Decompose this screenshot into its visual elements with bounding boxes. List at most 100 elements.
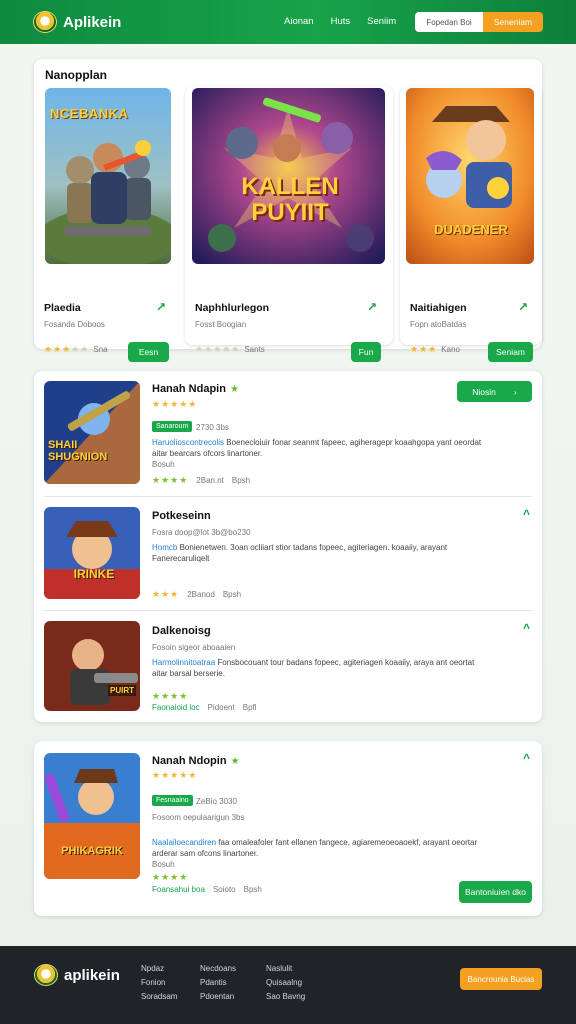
play-button[interactable]: Eesn (128, 342, 169, 362)
footer-meta-a: Pidoent (207, 703, 235, 712)
game-title: Dalkenoisg (152, 625, 211, 637)
star-rating-icon: ★★★★★ (44, 344, 90, 354)
list-item[interactable]: PUIRT Dalkenoisg ^ Fosoin sigeor aboaaie… (34, 611, 542, 721)
featured-section: Nanopplan NCEBANKA Plaedia ↗ Fosanda Dob… (34, 59, 542, 362)
featured-card[interactable]: NCEBANKA Plaedia ↗ Fosanda Doboos ★★★★★ … (34, 86, 179, 362)
release-meta: Fosra doop@lot 3b@bo230 (152, 528, 251, 537)
star-rating-icon: ★★★ (410, 344, 438, 354)
chevron-up-icon[interactable]: ^ (523, 621, 530, 635)
row-footer-2: Foansahui boa Soioto Bpsh (152, 885, 262, 894)
list-item[interactable]: IRINKE Potkeseinn ^ Fosra doop@lot 3b@bo… (34, 497, 542, 610)
row-footer: ★★★★ 2Ban.nt Bpsh (152, 475, 250, 486)
footer-meta-a: 2Ban.nt (196, 476, 224, 485)
game-description: Naalailoecandiren faa omaleafoler fant e… (152, 837, 492, 859)
rating-text: Sna (93, 345, 108, 354)
game-title-text: Hanah Ndapin (152, 383, 226, 395)
cover-title-text: PUIRT (108, 685, 136, 696)
card-subtitle: Fosst Boogian (195, 320, 247, 329)
release-meta: Fosoin sigeor aboaaien (152, 643, 236, 652)
desc-tail: Bosuh (152, 460, 175, 469)
featured-game-card[interactable]: PHIKAGRIK Nanah Ndopin ★ ^ ★★★★★ Fesnaain… (34, 741, 542, 916)
card-title: Naphhlurlegon (195, 302, 270, 314)
footer-meta-b: Bpsh (222, 590, 242, 599)
desc-highlight: Haruolioscontrecolis (152, 438, 225, 447)
nav-link-3[interactable]: Seniim (367, 16, 396, 27)
play-button[interactable]: Fun (351, 342, 381, 362)
rating-text: Kano (441, 345, 460, 354)
game-description: Haruolioscontrecolis Boenecloiuir fonar … (152, 437, 492, 459)
star-rating-icon: ★★★★ (152, 475, 189, 485)
footer-link[interactable]: Pdantis (200, 978, 236, 987)
card-title: Naitiahigen (410, 302, 467, 314)
game-cover-illustration (44, 381, 140, 484)
rating-text: Sants (244, 345, 265, 354)
game-cover-illustration (44, 621, 140, 711)
desc-highlight: Harmolinnitoatraa (152, 658, 216, 667)
logo-text: Aplikein (63, 13, 122, 31)
verified-icon: ★ (229, 384, 239, 395)
chevron-up-icon[interactable]: ^ (523, 507, 530, 521)
game-cover-illustration (406, 88, 534, 264)
footer-logo[interactable]: aplikein (34, 964, 120, 986)
play-now-button[interactable]: Bantoniuien dko (459, 881, 532, 903)
list-item[interactable]: SHAII SHUGNION Hanah Ndapin ★ ★★★★★ Sanar… (34, 371, 542, 496)
game-title-text: Nanah Ndopin (152, 755, 227, 767)
game-title: Potkeseinn (152, 510, 211, 522)
chevron-right-icon: › (513, 386, 517, 397)
footer-links-3: Naslulit Quisaalng Sao Bavng (266, 964, 305, 1001)
footer-meta-b: Bpfl (242, 703, 257, 712)
footer-tag: Foansahui boa (152, 885, 205, 894)
footer-meta-a: 2Banod (187, 590, 215, 599)
game-list: SHAII SHUGNION Hanah Ndapin ★ ★★★★★ Sanar… (34, 371, 542, 722)
row-footer: ★★★ 2Banod Bpsh (152, 589, 241, 600)
trend-up-icon[interactable]: ↗ (367, 300, 377, 314)
game-title: Nanah Ndopin ★ (152, 755, 240, 767)
star-rating-icon: ★★★★★ (152, 399, 198, 409)
footer-meta-b: Bpsh (243, 885, 262, 894)
game-thumbnail (44, 381, 140, 484)
logo-shield-icon (33, 11, 57, 33)
featured-card[interactable]: KALLEN PUYIIT Naphhlurlegon ↗ Fosst Boog… (185, 86, 393, 362)
top-navbar: Aplikein Aionan Huts Seniim Fopedan Boi … (0, 0, 576, 44)
trend-up-icon[interactable]: ↗ (156, 300, 166, 314)
chevron-up-icon[interactable]: ^ (523, 751, 530, 765)
footer-links-2: Necdoans Pdantis Pdoentan (200, 964, 236, 1001)
game-thumbnail (44, 507, 140, 599)
view-button[interactable]: Niosin › (457, 381, 532, 402)
footer-link[interactable]: Sao Bavng (266, 992, 305, 1001)
featured-card[interactable]: DUADENER Naitiahigen ↗ Fopn atoBatdas ★★… (400, 86, 542, 362)
footer-tag: Faonaioid loc (152, 703, 200, 712)
footer-link[interactable]: Fonion (141, 978, 177, 987)
star-rating-icon: ★★★ (152, 589, 180, 599)
featured-title: Nanopplan (45, 68, 107, 82)
card-title: Plaedia (44, 302, 81, 314)
app-logo[interactable]: Aplikein (33, 11, 121, 33)
verified-icon: ★ (230, 756, 240, 767)
card-rating: ★★★★★ Sants (195, 344, 265, 355)
footer-cta-button[interactable]: Bancrounia Bucias (460, 968, 542, 990)
footer-link[interactable]: Pdoentan (200, 992, 236, 1001)
footer-link[interactable]: Soradsam (141, 992, 177, 1001)
footer-logo-text: aplikein (64, 966, 120, 984)
footer-link[interactable]: Quisaalng (266, 978, 305, 987)
card-subtitle: Fosanda Doboos (44, 320, 105, 329)
nav-link-2[interactable]: Huts (331, 16, 351, 27)
desc-tail: Bosuh (152, 860, 175, 869)
search-button[interactable]: Seneniam (483, 12, 543, 32)
desc-highlight: Homcb (152, 543, 178, 552)
footer-link[interactable]: Necdoans (200, 964, 236, 973)
release-meta: ZeBio 3030 (196, 797, 237, 806)
trend-up-icon[interactable]: ↗ (518, 300, 528, 314)
footer-link[interactable]: Npdaz (141, 964, 177, 973)
play-button[interactable]: Seniam (488, 342, 533, 362)
nav-link-1[interactable]: Aionan (284, 16, 314, 27)
cover-title-text: SHAII SHUGNION (48, 439, 108, 463)
footer-link[interactable]: Naslulit (266, 964, 305, 973)
card-subtitle: Fopn atoBatdas (410, 320, 467, 329)
footer-meta-b: Bpsh (231, 476, 251, 485)
row-footer: ★★★★ (152, 691, 188, 702)
search-input[interactable]: Fopedan Boi (415, 12, 483, 32)
row-footer-2: Faonaioid loc Pidoent Bpfl (152, 703, 257, 712)
star-rating-icon: ★★★★★ (195, 344, 241, 354)
sub-meta: Fosoom oepulaarigun 3bs (152, 813, 245, 822)
